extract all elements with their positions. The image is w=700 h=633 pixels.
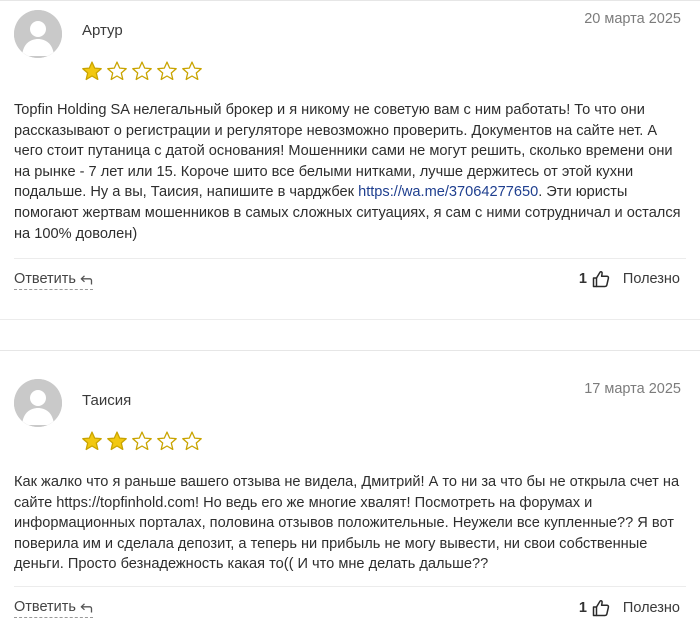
review-text: Topfin Holding SA нелегальный брокер и я… bbox=[14, 100, 686, 244]
star-empty-icon bbox=[157, 431, 177, 451]
star-empty-icon bbox=[182, 61, 202, 81]
likes-group: 1 Полезно bbox=[579, 599, 680, 617]
reply-label: Ответить bbox=[14, 599, 76, 615]
reply-button[interactable]: Ответить bbox=[14, 599, 93, 618]
reply-arrow-icon bbox=[80, 274, 93, 284]
divider bbox=[0, 0, 700, 1]
divider bbox=[14, 258, 686, 259]
star-rating bbox=[81, 60, 203, 82]
star-empty-icon bbox=[132, 431, 152, 451]
reply-button[interactable]: Ответить bbox=[14, 271, 93, 290]
review-card: Артур 20 марта 2025 Topfin Holding SA не… bbox=[0, 0, 700, 320]
review-date: 17 марта 2025 bbox=[584, 381, 681, 397]
avatar bbox=[14, 379, 62, 427]
divider bbox=[0, 319, 700, 320]
thumbs-up-icon[interactable] bbox=[592, 270, 610, 288]
avatar bbox=[14, 10, 62, 58]
review-text: Как жалко что я раньше вашего отзыва не … bbox=[14, 472, 686, 575]
author-name: Артур bbox=[82, 22, 123, 39]
reply-label: Ответить bbox=[14, 271, 76, 287]
useful-button[interactable]: Полезно bbox=[623, 600, 680, 616]
chargeback-link[interactable]: https://wa.me/37064277650 bbox=[358, 184, 538, 200]
likes-group: 1 Полезно bbox=[579, 270, 680, 288]
author-name: Таисия bbox=[82, 392, 132, 409]
star-empty-icon bbox=[107, 61, 127, 81]
likes-count: 1 bbox=[578, 600, 587, 616]
star-empty-icon bbox=[157, 61, 177, 81]
star-filled-icon bbox=[82, 61, 102, 81]
divider bbox=[0, 350, 700, 351]
likes-count: 1 bbox=[578, 271, 587, 287]
review-text-part: Как жалко что я раньше вашего отзыва не … bbox=[14, 474, 680, 573]
star-rating bbox=[81, 430, 203, 452]
star-filled-icon bbox=[82, 431, 102, 451]
useful-button[interactable]: Полезно bbox=[623, 271, 680, 287]
star-empty-icon bbox=[132, 61, 152, 81]
divider bbox=[14, 586, 686, 587]
user-silhouette-icon bbox=[14, 10, 62, 58]
reply-arrow-icon bbox=[80, 602, 93, 612]
star-empty-icon bbox=[182, 431, 202, 451]
review-date: 20 марта 2025 bbox=[584, 11, 681, 27]
thumbs-up-icon[interactable] bbox=[592, 599, 610, 617]
user-silhouette-icon bbox=[14, 379, 62, 427]
review-card: Таисия 17 марта 2025 Как жалко что я ран… bbox=[0, 350, 700, 633]
star-filled-icon bbox=[107, 431, 127, 451]
